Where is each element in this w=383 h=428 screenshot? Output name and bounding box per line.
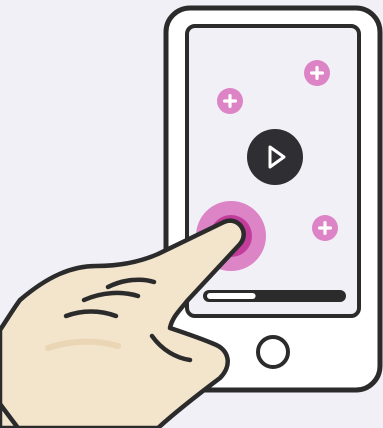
plus-bar-vertical bbox=[315, 66, 319, 80]
illustration-canvas bbox=[0, 0, 383, 428]
plus-bar-vertical bbox=[323, 221, 327, 235]
plus-icon[interactable] bbox=[312, 215, 338, 241]
play-icon[interactable] bbox=[247, 129, 303, 185]
play-button bbox=[247, 129, 303, 185]
plus-icon[interactable] bbox=[304, 60, 330, 86]
phone-tap-illustration bbox=[0, 0, 383, 428]
plus-bar-vertical bbox=[228, 94, 232, 108]
progress-fill bbox=[207, 293, 256, 299]
home-button-icon[interactable] bbox=[256, 335, 290, 369]
phone-icon bbox=[163, 5, 383, 393]
plus-icon[interactable] bbox=[217, 88, 243, 114]
progress-bar bbox=[203, 290, 346, 302]
